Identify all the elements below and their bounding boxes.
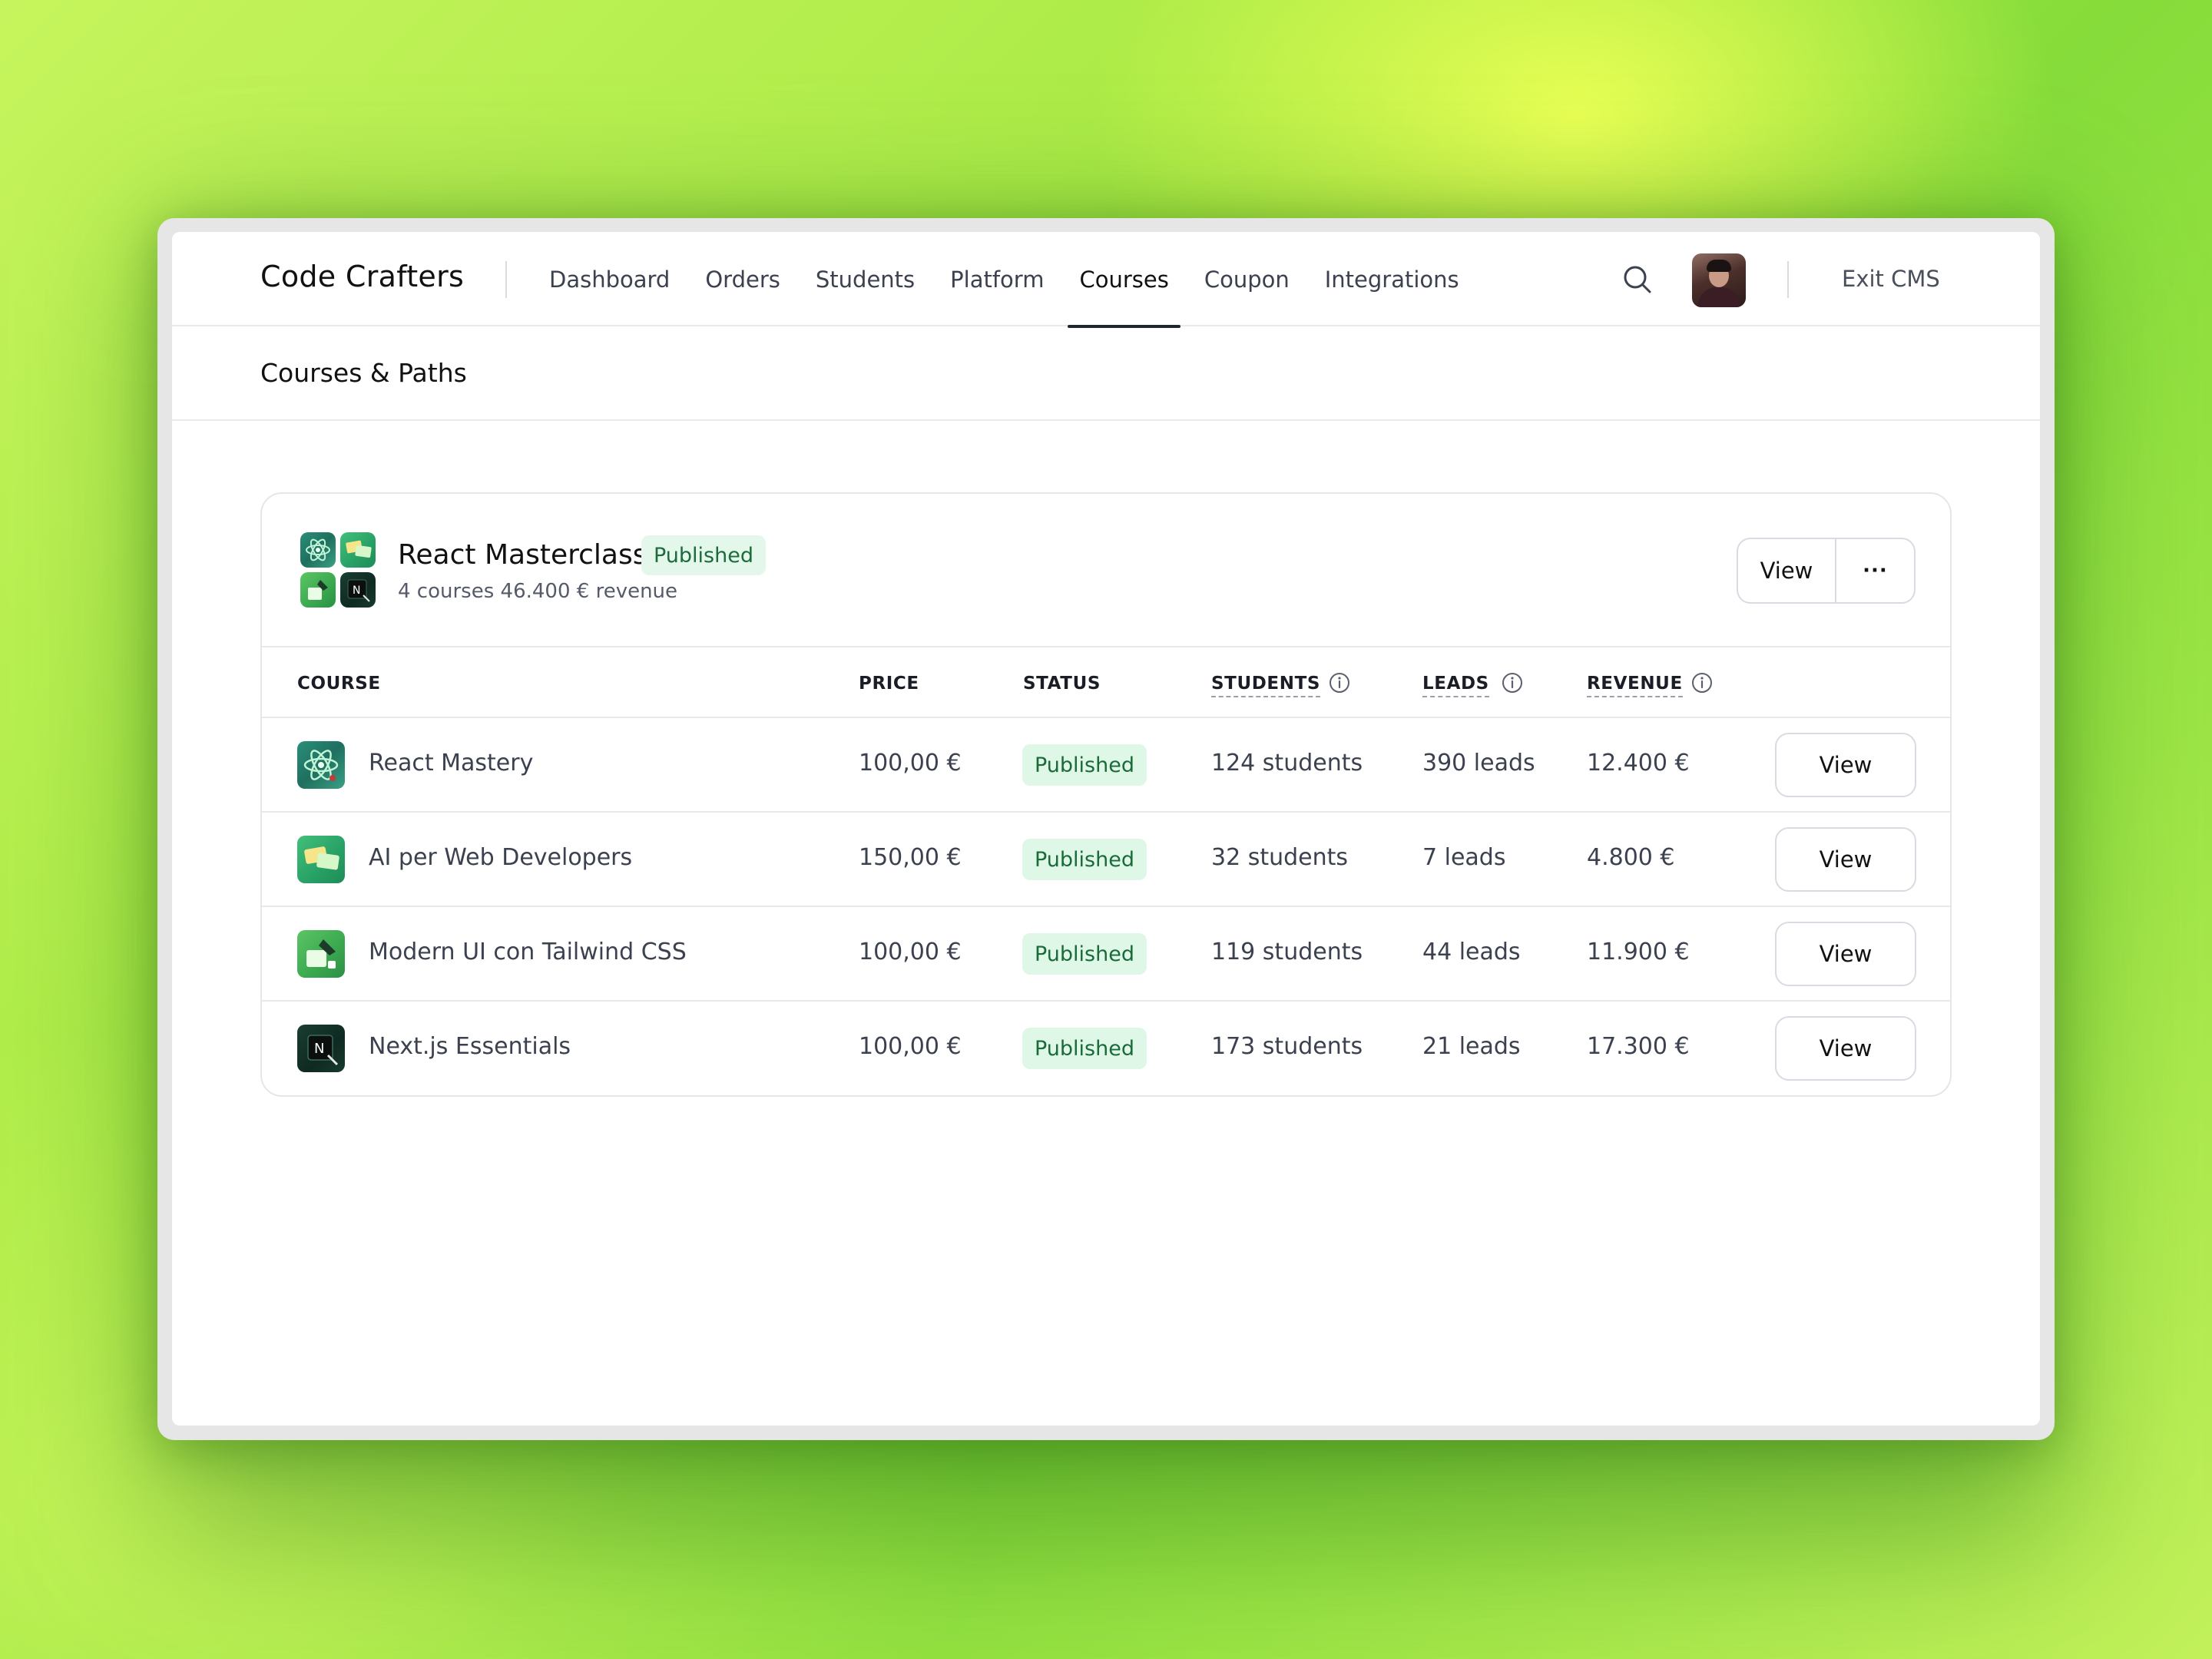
course-students: 32 students (1211, 844, 1349, 871)
nextjs-logo-icon: N (297, 1025, 345, 1072)
course-students: 124 students (1211, 750, 1363, 777)
course-view-button[interactable]: View (1775, 827, 1916, 892)
col-leads-label: LEADS (1422, 674, 1489, 697)
col-course: COURSE (297, 674, 381, 694)
path-meta: 4 courses 46.400 € revenue (398, 580, 678, 603)
utility-divider (1787, 261, 1789, 298)
path-thumbnail-collage: N (300, 532, 376, 608)
col-students-label: STUDENTS (1211, 674, 1321, 697)
brand-divider (505, 261, 507, 298)
col-revenue: REVENUE (1587, 674, 1683, 697)
course-leads: 7 leads (1422, 844, 1506, 871)
nav-menu: Dashboard Orders Students Platform Cours… (531, 232, 1477, 328)
course-name[interactable]: React Mastery (369, 750, 533, 777)
revenue-info-icon[interactable] (1690, 671, 1714, 694)
course-price: 100,00 € (859, 939, 962, 965)
react-atom-icon (300, 532, 336, 568)
svg-text:N: N (353, 584, 360, 597)
status-badge: Published (1022, 839, 1147, 880)
course-students: 173 students (1211, 1033, 1363, 1060)
nav-item-students[interactable]: Students (798, 232, 932, 326)
tailwind-brush-icon (297, 930, 345, 978)
course-name[interactable]: Modern UI con Tailwind CSS (369, 939, 687, 965)
nextjs-logo-icon: N (340, 572, 376, 608)
course-view-button[interactable]: View (1775, 1016, 1916, 1081)
search-icon[interactable] (1621, 263, 1654, 296)
nav-item-integrations[interactable]: Integrations (1307, 232, 1477, 326)
page-header: Courses & Paths (172, 326, 2040, 421)
path-view-button[interactable]: View (1738, 539, 1836, 602)
nav-item-courses[interactable]: Courses (1061, 232, 1186, 328)
course-price: 150,00 € (859, 844, 962, 871)
page-title: Courses & Paths (260, 358, 467, 388)
path-status-badge: Published (641, 535, 766, 575)
nav-item-orders[interactable]: Orders (687, 232, 798, 326)
col-status: STATUS (1023, 674, 1101, 694)
course-leads: 44 leads (1422, 939, 1521, 965)
path-actions: View ··· (1737, 538, 1916, 604)
nav-item-coupon[interactable]: Coupon (1187, 232, 1307, 326)
course-name[interactable]: Next.js Essentials (369, 1033, 571, 1060)
nav-item-dashboard[interactable]: Dashboard (531, 232, 687, 326)
course-leads: 390 leads (1422, 750, 1535, 777)
table-row[interactable]: AI per Web Developers 150,00 € Published… (262, 813, 1950, 907)
table-row[interactable]: React Mastery 100,00 € Published 124 stu… (262, 718, 1950, 813)
course-name[interactable]: AI per Web Developers (369, 844, 632, 871)
react-atom-icon (297, 741, 345, 789)
leads-info-icon[interactable] (1501, 671, 1524, 694)
exit-cms-link[interactable]: Exit CMS (1842, 266, 1940, 292)
course-revenue: 12.400 € (1587, 750, 1690, 777)
status-badge: Published (1022, 1028, 1147, 1069)
table-row[interactable]: N Next.js Essentials 100,00 € Published … (262, 1002, 1950, 1095)
course-students: 119 students (1211, 939, 1363, 965)
tailwind-brush-icon (300, 572, 336, 608)
path-title[interactable]: React Masterclass (398, 539, 647, 571)
col-leads: LEADS (1422, 674, 1489, 697)
nav-item-platform[interactable]: Platform (932, 232, 1061, 326)
table-row[interactable]: Modern UI con Tailwind CSS 100,00 € Publ… (262, 907, 1950, 1002)
col-students: STUDENTS (1211, 674, 1321, 697)
course-revenue: 11.900 € (1587, 939, 1690, 965)
course-revenue: 17.300 € (1587, 1033, 1690, 1060)
table-header: COURSE PRICE STATUS STUDENTS LEADS REVEN… (262, 647, 1950, 718)
course-leads: 21 leads (1422, 1033, 1521, 1060)
svg-text:N: N (314, 1041, 324, 1057)
user-avatar[interactable] (1692, 253, 1746, 307)
path-card-header: N React Masterclass Published 4 courses … (262, 494, 1950, 647)
path-card: N React Masterclass Published 4 courses … (260, 492, 1952, 1097)
course-price: 100,00 € (859, 1033, 962, 1060)
ai-cards-icon (297, 836, 345, 883)
course-price: 100,00 € (859, 750, 962, 777)
course-revenue: 4.800 € (1587, 844, 1675, 871)
top-navigation: Code Crafters Dashboard Orders Students … (172, 232, 2040, 328)
ai-cards-icon (340, 532, 376, 568)
students-info-icon[interactable] (1328, 671, 1351, 694)
col-revenue-label: REVENUE (1587, 674, 1683, 697)
brand-logo[interactable]: Code Crafters (260, 260, 464, 293)
path-more-button[interactable]: ··· (1836, 539, 1914, 602)
status-badge: Published (1022, 744, 1147, 786)
course-view-button[interactable]: View (1775, 922, 1916, 986)
col-price: PRICE (859, 674, 919, 694)
cms-window: Code Crafters Dashboard Orders Students … (172, 232, 2040, 1426)
status-badge: Published (1022, 933, 1147, 975)
course-view-button[interactable]: View (1775, 733, 1916, 797)
